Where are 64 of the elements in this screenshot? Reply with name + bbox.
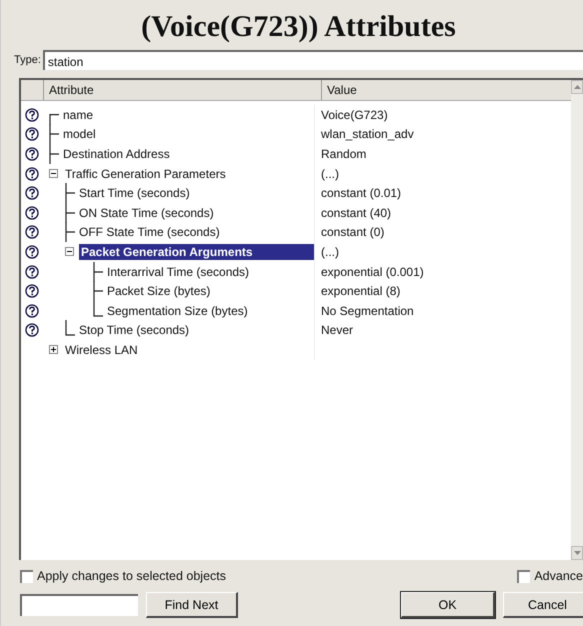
find-next-button[interactable]: Find Next xyxy=(146,592,238,618)
help-icon[interactable] xyxy=(25,304,39,318)
attribute-name[interactable]: OFF State Time (seconds) xyxy=(77,224,222,240)
attribute-value[interactable]: exponential (8) xyxy=(321,284,400,298)
attribute-name[interactable]: Packet Size (bytes) xyxy=(105,283,212,300)
collapse-icon[interactable] xyxy=(49,169,58,178)
tree-connector xyxy=(93,281,103,302)
attribute-name[interactable]: ON State Time (seconds) xyxy=(77,204,216,221)
up-arrow-icon xyxy=(574,85,580,89)
attribute-value[interactable]: constant (0.01) xyxy=(321,186,402,200)
attribute-value[interactable]: wlan_station_adv xyxy=(321,127,414,142)
attribute-name[interactable]: Segmentation Size (bytes) xyxy=(105,302,250,319)
attribute-value[interactable]: No Segmentation xyxy=(321,304,414,318)
type-label: Type: xyxy=(14,54,41,66)
help-icon[interactable] xyxy=(25,284,39,298)
help-icon[interactable] xyxy=(25,244,39,259)
type-field[interactable]: station xyxy=(42,50,583,70)
attribute-name[interactable]: Packet Generation Arguments xyxy=(79,244,314,260)
checkbox-label[interactable]: Advance xyxy=(534,569,583,583)
attribute-value[interactable]: (...) xyxy=(321,166,339,181)
help-icon[interactable] xyxy=(25,264,39,279)
attribute-value[interactable]: exponential (0.001) xyxy=(321,264,424,279)
attribute-value[interactable]: constant (0) xyxy=(321,225,384,240)
attribute-value[interactable]: (...) xyxy=(321,244,339,259)
scrollbar[interactable] xyxy=(571,80,583,560)
attribute-name[interactable]: name xyxy=(61,106,96,123)
attribute-value[interactable]: constant (40) xyxy=(321,206,392,220)
help-icon[interactable] xyxy=(25,206,39,220)
ok-button[interactable]: OK xyxy=(401,592,495,618)
attribute-value[interactable]: Never xyxy=(321,323,354,338)
scroll-up-button[interactable] xyxy=(571,80,583,94)
help-icon[interactable] xyxy=(25,108,39,122)
column-header[interactable]: Value xyxy=(322,80,571,100)
tree-connector xyxy=(93,262,103,282)
checkbox-label[interactable]: Apply changes to selected objects xyxy=(37,569,226,583)
dialog-title: (Voice(G723)) Attributes xyxy=(140,9,457,45)
tree-connector xyxy=(65,222,75,242)
tree-connector xyxy=(49,144,59,164)
help-icon[interactable] xyxy=(25,323,39,338)
attribute-name[interactable]: model xyxy=(61,126,98,142)
attribute-name[interactable]: Start Time (seconds) xyxy=(77,185,192,202)
tree-connector xyxy=(65,183,75,204)
attribute-value[interactable]: Voice(G723) xyxy=(321,108,388,122)
help-icon[interactable] xyxy=(25,225,39,240)
attribute-value[interactable]: Random xyxy=(321,146,366,161)
checkbox[interactable] xyxy=(20,570,33,582)
column-header[interactable]: Attribute xyxy=(44,80,322,100)
checkbox[interactable] xyxy=(517,570,530,582)
collapse-icon[interactable] xyxy=(65,247,74,256)
cancel-button[interactable]: Cancel xyxy=(503,592,583,618)
find-field[interactable] xyxy=(20,594,138,616)
attribute-name[interactable]: Stop Time (seconds) xyxy=(77,322,192,338)
scroll-down-button[interactable] xyxy=(571,546,583,560)
attribute-name[interactable]: Wireless LAN xyxy=(63,342,140,358)
attribute-name[interactable]: Interarrival Time (seconds) xyxy=(105,264,252,280)
attribute-name[interactable]: Traffic Generation Parameters xyxy=(63,166,228,182)
down-arrow-icon xyxy=(574,551,580,555)
attribute-name[interactable]: Destination Address xyxy=(61,146,172,162)
tree-connector xyxy=(65,202,75,223)
help-icon[interactable] xyxy=(25,186,39,200)
help-icon[interactable] xyxy=(25,127,39,142)
expand-icon[interactable] xyxy=(49,345,58,354)
help-icon[interactable] xyxy=(25,146,39,161)
help-icon[interactable] xyxy=(25,166,39,181)
